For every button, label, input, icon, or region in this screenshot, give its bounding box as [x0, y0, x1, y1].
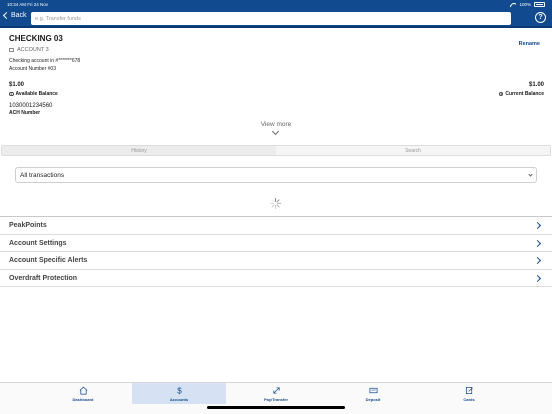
wifi-icon — [510, 2, 516, 7]
nickname-text: ACCOUNT 3 — [17, 47, 49, 53]
chevron-right-icon — [533, 274, 542, 282]
account-title: CHECKING 03 — [9, 34, 63, 43]
list-item-label: Account Settings — [9, 239, 67, 247]
status-time-date: 10:34 AM Fri 24 Nov — [7, 2, 49, 7]
check-deposit-icon — [369, 387, 377, 394]
status-bar: 10:34 AM Fri 24 Nov 100% — [0, 0, 552, 9]
ach-label: ACH Number — [9, 110, 41, 116]
current-balance-label: i Current Balance — [498, 91, 544, 97]
nav-accounts[interactable]: $ Accounts — [132, 383, 226, 404]
status-indicators: 100% — [510, 2, 545, 7]
list-item-overdraft-protection[interactable]: Overdraft Protection — [0, 270, 552, 287]
transfer-arrows-icon — [272, 387, 280, 394]
cards-icon — [465, 386, 473, 395]
current-label-text: Current Balance — [505, 91, 544, 97]
account-number: Account Number #03 — [9, 66, 56, 72]
chevron-right-icon — [533, 256, 542, 265]
info-icon[interactable]: i — [9, 91, 14, 97]
list-item-label: PeakPoints — [9, 222, 47, 229]
nav-dashboard[interactable]: Dashboard — [36, 383, 130, 404]
app-header: 10:34 AM Fri 24 Nov 100% Back e.g. Trans… — [0, 0, 552, 28]
nav-label: Pay/Transfer — [263, 396, 288, 402]
chevron-down-icon[interactable] — [271, 127, 280, 136]
list-item-account-alerts[interactable]: Account Specific Alerts — [0, 252, 552, 270]
available-label-text: Available Balance — [15, 91, 58, 97]
search-input[interactable]: e.g. Transfer funds — [31, 12, 511, 25]
loading-spinner-icon — [270, 198, 282, 209]
nav-label: Accounts — [169, 396, 189, 402]
tab-history[interactable]: History — [2, 146, 276, 155]
svg-text:$: $ — [177, 387, 182, 395]
available-balance-amount: $1.00 — [9, 82, 25, 88]
chevron-right-icon — [533, 239, 542, 247]
home-indicator[interactable] — [207, 406, 345, 409]
chevron-right-icon — [533, 221, 542, 230]
list-item-peakpoints[interactable]: PeakPoints — [0, 217, 552, 235]
current-balance-amount: $1.00 — [528, 82, 544, 88]
chevron-down-icon — [528, 172, 533, 177]
account-nickname: ACCOUNT 3 — [9, 47, 49, 53]
list-item-account-settings[interactable]: Account Settings — [0, 235, 552, 252]
dollar-icon: $ — [177, 387, 182, 395]
battery-icon — [534, 2, 545, 7]
tag-icon — [9, 48, 14, 52]
nav-label: Dashboard — [72, 396, 94, 402]
bottom-nav: Dashboard $ Accounts Pay/Transfer Deposi… — [0, 382, 552, 414]
account-description: Checking account in #*******678 — [9, 58, 81, 64]
battery-percent: 100% — [519, 2, 531, 7]
nav-pay-transfer[interactable]: Pay/Transfer — [229, 383, 323, 404]
nav-deposit[interactable]: Deposit — [326, 383, 420, 404]
help-icon: ? — [538, 14, 543, 21]
help-button[interactable]: ? — [535, 12, 546, 23]
back-label: Back — [11, 12, 27, 19]
tab-search[interactable]: Search — [276, 146, 550, 155]
rename-button[interactable]: Rename — [519, 41, 540, 47]
list-item-label: Account Specific Alerts — [9, 257, 88, 264]
list-item-label: Overdraft Protection — [9, 274, 78, 282]
filter-selected-value: All transactions — [20, 171, 65, 179]
nav-label: Cards — [463, 396, 475, 402]
available-balance-label: i Available Balance — [9, 91, 58, 97]
transaction-tabs: History Search — [1, 145, 551, 156]
transaction-filter-select[interactable]: All transactions — [15, 167, 537, 183]
chevron-left-icon — [2, 11, 11, 20]
home-icon — [79, 386, 87, 395]
back-button[interactable]: Back — [2, 11, 27, 20]
info-icon[interactable]: i — [498, 91, 504, 97]
nav-label: Deposit — [365, 396, 381, 402]
nav-cards[interactable]: Cards — [422, 383, 516, 404]
ach-number: 1030001234560 — [9, 103, 53, 109]
view-more-button[interactable]: View more — [0, 121, 552, 128]
search-placeholder: e.g. Transfer funds — [35, 15, 81, 22]
